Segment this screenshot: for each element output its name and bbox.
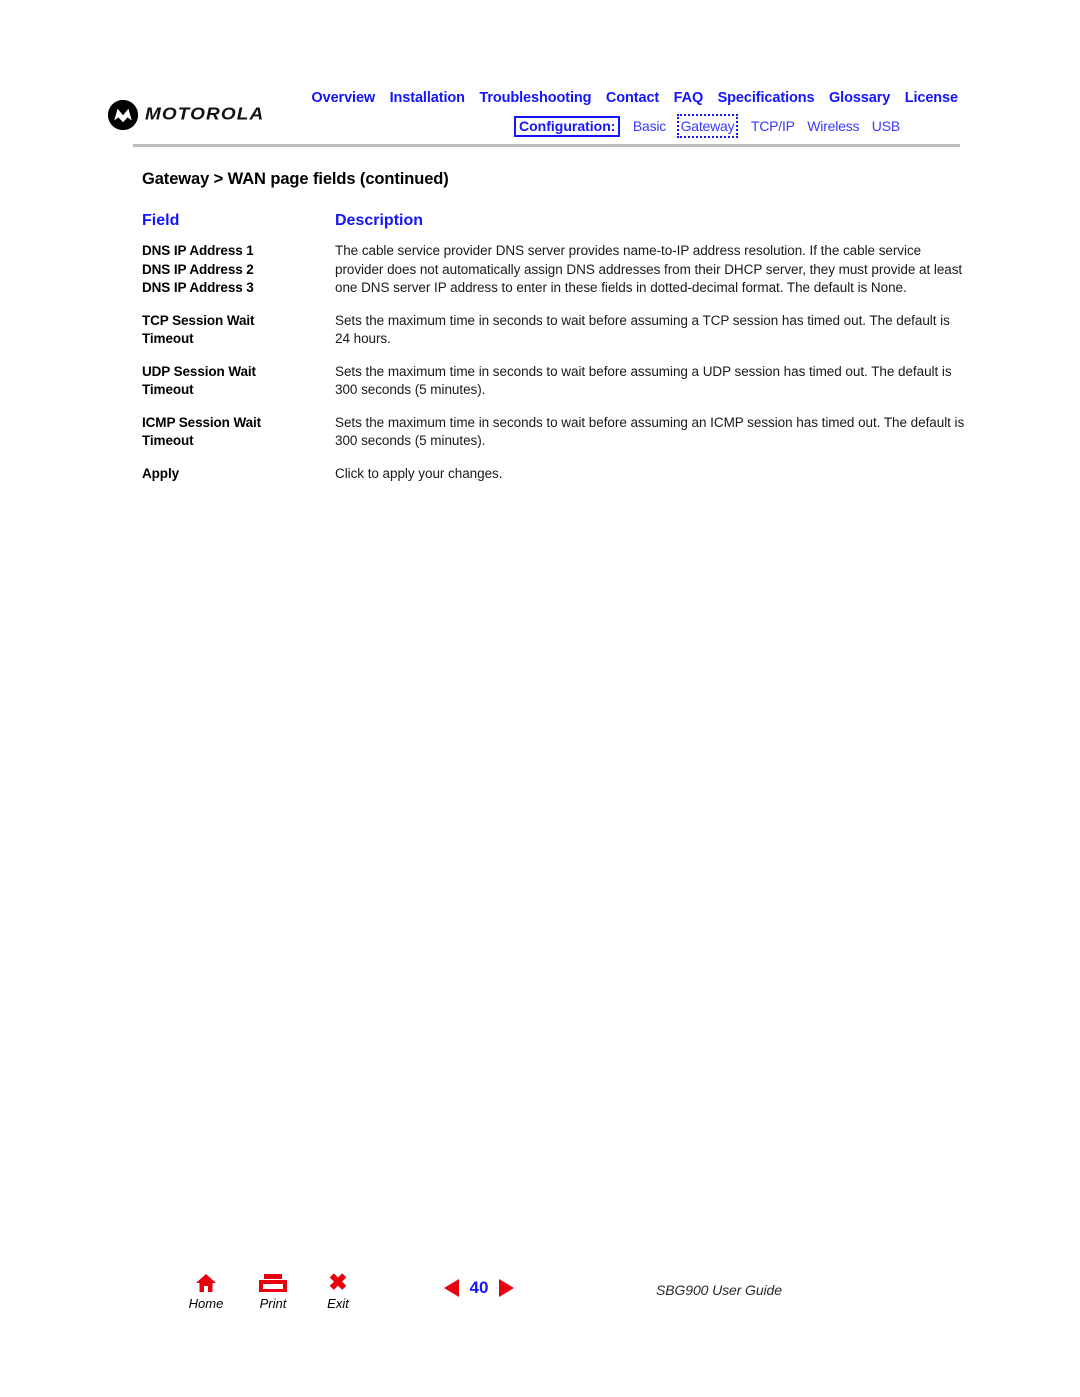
field-label-line: DNS IP Address 1 (142, 243, 254, 258)
exit-button[interactable]: ✖ Exit (306, 1268, 370, 1312)
field-label-line: TCP Session Wait (142, 312, 255, 328)
nav-item-contact[interactable]: Contact (606, 89, 659, 108)
motorola-logo: MOTOROLA (108, 100, 264, 130)
field-label-line: Apply (142, 465, 180, 481)
field-description-cell: Click to apply your changes. (335, 465, 503, 481)
primary-nav: Overview Installation Troubleshooting Co… (268, 88, 960, 108)
nav-item-overview[interactable]: Overview (311, 89, 375, 108)
pager: 40 (444, 1278, 514, 1298)
nav-item-license[interactable]: License (905, 89, 958, 108)
configuration-group-label: Configuration: (514, 115, 621, 137)
nav-item-faq[interactable]: FAQ (674, 89, 704, 108)
motorola-batwing-icon (108, 100, 138, 130)
field-label-line: Timeout (142, 331, 194, 346)
print-button[interactable]: Print (241, 1268, 305, 1311)
motorola-wordmark: MOTOROLA (145, 104, 265, 125)
table-row: ICMP Session Wait Timeout Sets the maxim… (142, 414, 965, 451)
home-button[interactable]: Home (174, 1268, 238, 1311)
subnav-item-basic[interactable]: Basic (633, 116, 666, 136)
page-title: Gateway > WAN page fields (continued) (142, 170, 449, 188)
table-header-row: Field Description (142, 212, 962, 242)
nav-item-specifications[interactable]: Specifications (718, 89, 815, 108)
field-label-line: ICMP Session Wait (142, 414, 262, 430)
page-footer: Home Print ✖ Exit 40 SBG900 User Guide (0, 1268, 1080, 1328)
field-name-cell: TCP Session Wait Timeout (142, 312, 332, 349)
subnav-item-tcpip[interactable]: TCP/IP (751, 116, 795, 136)
fields-table: Field Description DNS IP Address 1 DNS I… (142, 212, 965, 497)
field-name-cell: DNS IP Address 1 DNS IP Address 2 DNS IP… (142, 242, 332, 298)
document-page: MOTOROLA Overview Installation Troublesh… (0, 0, 1080, 1397)
triangle-left-icon[interactable] (444, 1279, 459, 1297)
print-button-label: Print (259, 1296, 287, 1311)
field-name-cell: ICMP Session Wait Timeout (142, 414, 332, 451)
field-label-line: UDP Session Wait (142, 363, 256, 379)
page-number: 40 (469, 1278, 489, 1297)
printer-icon (241, 1268, 305, 1294)
secondary-nav: Configuration: Basic Gateway TCP/IP Wire… (268, 114, 960, 138)
subnav-item-usb[interactable]: USB (872, 116, 900, 136)
close-x-icon: ✖ (328, 1269, 348, 1295)
guide-title: SBG900 User Guide (656, 1282, 782, 1298)
field-name-cell: UDP Session Wait Timeout (142, 363, 332, 400)
triangle-right-icon[interactable] (499, 1279, 514, 1297)
subnav-item-gateway[interactable]: Gateway (676, 114, 739, 138)
field-label-line: Timeout (142, 433, 194, 448)
page-header: MOTOROLA Overview Installation Troublesh… (108, 88, 960, 150)
field-description-cell: Sets the maximum time in seconds to wait… (335, 414, 965, 449)
table-row: UDP Session Wait Timeout Sets the maximu… (142, 363, 962, 400)
field-description-cell: Sets the maximum time in seconds to wait… (335, 363, 952, 398)
field-label-line: DNS IP Address 2 (142, 261, 254, 277)
field-name-cell: Apply (142, 465, 332, 484)
home-icon (174, 1268, 238, 1294)
home-button-label: Home (188, 1296, 224, 1311)
exit-button-label: Exit (327, 1296, 349, 1311)
nav-item-troubleshooting[interactable]: Troubleshooting (479, 89, 591, 108)
table-row: DNS IP Address 1 DNS IP Address 2 DNS IP… (142, 242, 962, 298)
field-description-cell: The cable service provider DNS server pr… (335, 243, 963, 295)
nav-item-glossary[interactable]: Glossary (829, 89, 890, 108)
nav-item-installation[interactable]: Installation (390, 89, 465, 108)
column-header-description: Description (335, 212, 424, 229)
field-label-line: DNS IP Address 3 (142, 280, 254, 295)
table-row: TCP Session Wait Timeout Sets the maximu… (142, 312, 962, 349)
column-header-field: Field (142, 212, 180, 229)
subnav-item-wireless[interactable]: Wireless (807, 116, 859, 136)
table-row: Apply Click to apply your changes. (142, 465, 962, 484)
header-divider (133, 144, 960, 147)
header-nav: Overview Installation Troubleshooting Co… (268, 88, 960, 138)
field-description-cell: Sets the maximum time in seconds to wait… (335, 312, 950, 347)
field-label-line: Timeout (142, 382, 194, 397)
